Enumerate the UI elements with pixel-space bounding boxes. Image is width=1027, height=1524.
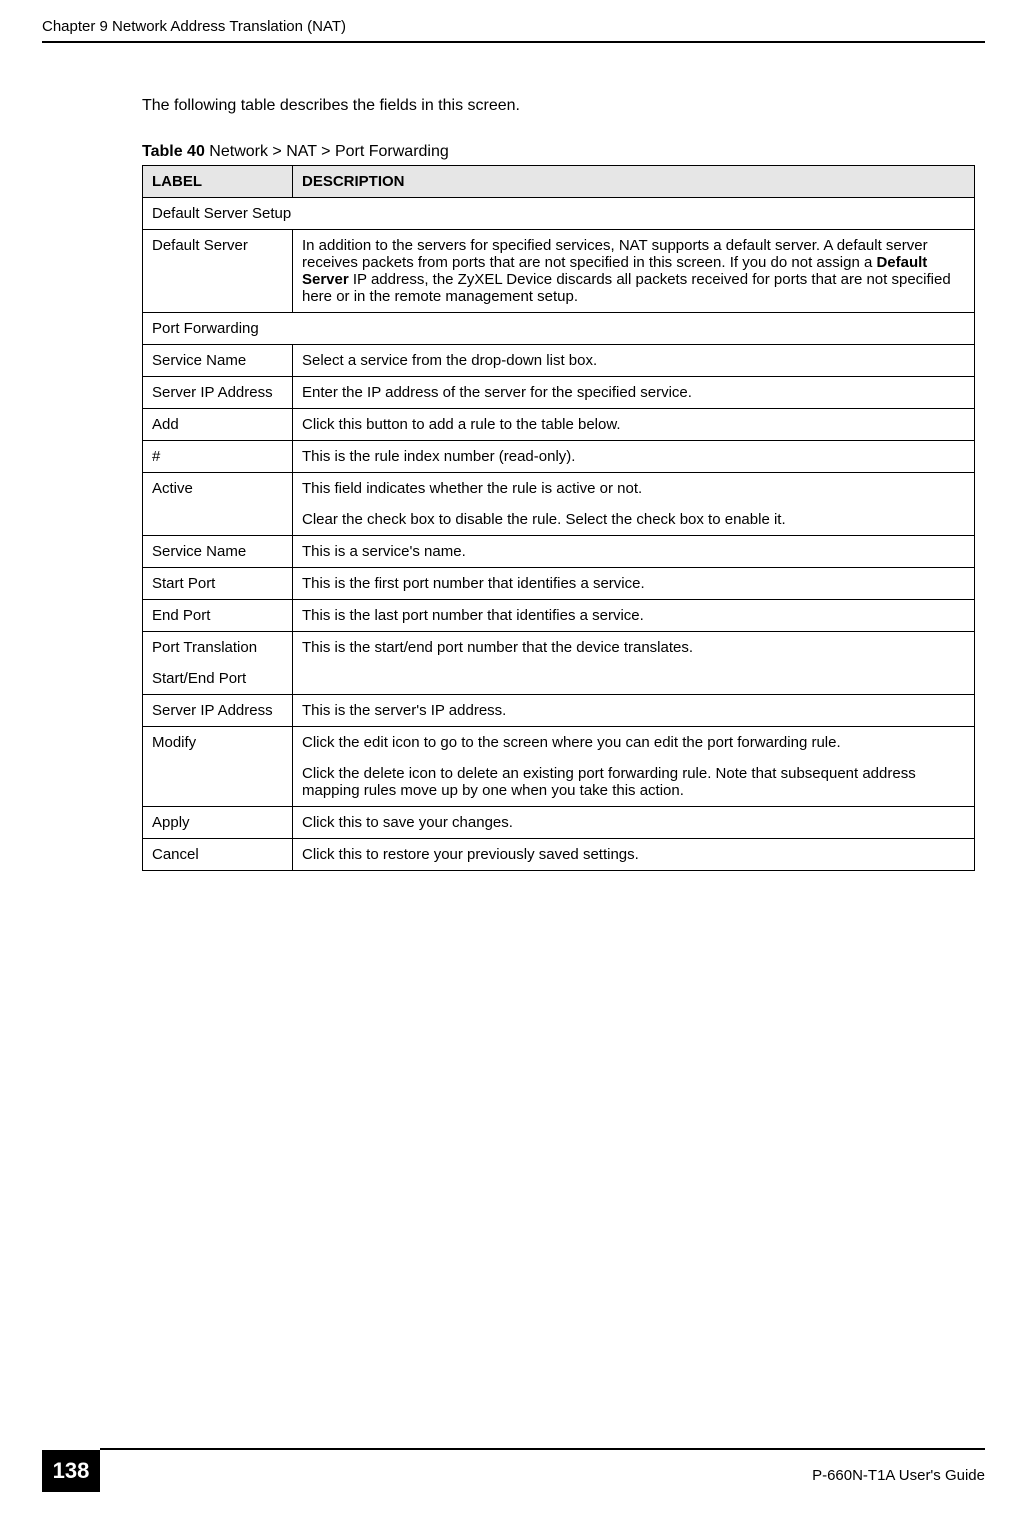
label-cell: Apply: [143, 807, 293, 839]
table-row: Service NameSelect a service from the dr…: [143, 345, 975, 377]
label-cell: Server IP Address: [143, 377, 293, 409]
description-cell: Click this to restore your previously sa…: [293, 839, 975, 871]
description-cell: This is a service's name.: [293, 536, 975, 568]
table-row: Port TranslationStart/End PortThis is th…: [143, 632, 975, 695]
description-cell: Select a service from the drop-down list…: [293, 345, 975, 377]
label-cell: Active: [143, 473, 293, 536]
description-cell: Click this button to add a rule to the t…: [293, 409, 975, 441]
intro-text: The following table describes the fields…: [142, 97, 975, 115]
table-row: ApplyClick this to save your changes.: [143, 807, 975, 839]
table-row: CancelClick this to restore your previou…: [143, 839, 975, 871]
description-table: LABEL DESCRIPTION Default Server SetupDe…: [142, 165, 975, 871]
table-row: ModifyClick the edit icon to go to the s…: [143, 727, 975, 807]
table-row: End PortThis is the last port number tha…: [143, 600, 975, 632]
footer-guide-name: P-660N-T1A User's Guide: [812, 1467, 985, 1484]
table-number: Table 40: [142, 143, 205, 160]
table-row: ActiveThis field indicates whether the r…: [143, 473, 975, 536]
description-cell: Enter the IP address of the server for t…: [293, 377, 975, 409]
description-cell: In addition to the servers for specified…: [293, 230, 975, 313]
label-cell: End Port: [143, 600, 293, 632]
table-row: Server IP AddressThis is the server's IP…: [143, 695, 975, 727]
header-label: LABEL: [143, 166, 293, 198]
label-cell: Add: [143, 409, 293, 441]
table-caption: Table 40 Network > NAT > Port Forwarding: [142, 143, 975, 161]
table-title: Network > NAT > Port Forwarding: [205, 143, 449, 160]
label-cell: Cancel: [143, 839, 293, 871]
running-header: Chapter 9 Network Address Translation (N…: [42, 18, 985, 43]
label-cell: Server IP Address: [143, 695, 293, 727]
table-row: Default Server Setup: [143, 198, 975, 230]
label-cell: Service Name: [143, 345, 293, 377]
table-row: AddClick this button to add a rule to th…: [143, 409, 975, 441]
footer-rule: [100, 1448, 985, 1450]
section-cell: Port Forwarding: [143, 313, 975, 345]
label-cell: Default Server: [143, 230, 293, 313]
description-cell: This is the last port number that identi…: [293, 600, 975, 632]
table-row: Start PortThis is the first port number …: [143, 568, 975, 600]
description-cell: This is the server's IP address.: [293, 695, 975, 727]
description-cell: Click the edit icon to go to the screen …: [293, 727, 975, 807]
table-row: Default ServerIn addition to the servers…: [143, 230, 975, 313]
description-cell: Click this to save your changes.: [293, 807, 975, 839]
description-cell: This is the rule index number (read-only…: [293, 441, 975, 473]
label-cell: Service Name: [143, 536, 293, 568]
table-row: #This is the rule index number (read-onl…: [143, 441, 975, 473]
section-cell: Default Server Setup: [143, 198, 975, 230]
label-cell: Start Port: [143, 568, 293, 600]
label-cell: Modify: [143, 727, 293, 807]
label-cell: Port TranslationStart/End Port: [143, 632, 293, 695]
table-row: Server IP AddressEnter the IP address of…: [143, 377, 975, 409]
label-cell: #: [143, 441, 293, 473]
page-number-badge: 138: [42, 1450, 100, 1492]
description-cell: This is the start/end port number that t…: [293, 632, 975, 695]
description-cell: This field indicates whether the rule is…: [293, 473, 975, 536]
header-description: DESCRIPTION: [293, 166, 975, 198]
table-row: Port Forwarding: [143, 313, 975, 345]
table-row: Service NameThis is a service's name.: [143, 536, 975, 568]
description-cell: This is the first port number that ident…: [293, 568, 975, 600]
table-header-row: LABEL DESCRIPTION: [143, 166, 975, 198]
content-area: The following table describes the fields…: [142, 97, 975, 871]
